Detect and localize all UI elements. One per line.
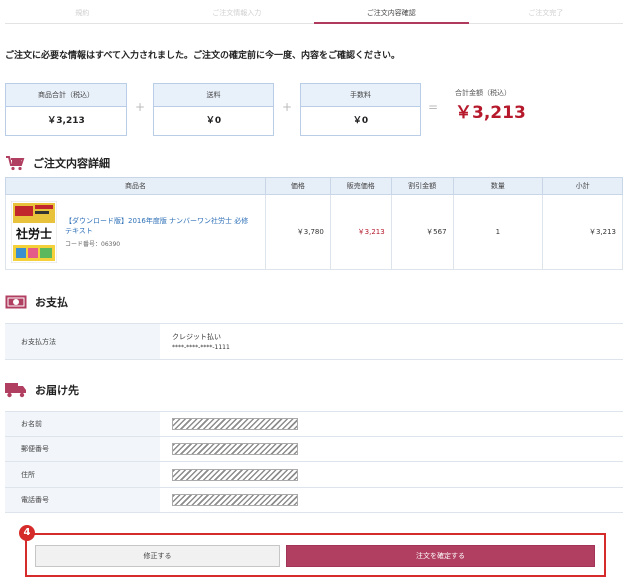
payment-method-label: お支払方法 — [5, 323, 160, 360]
col-price: 価格 — [264, 177, 331, 195]
subtotal-label: 商品合計（税込） — [6, 84, 126, 107]
grand-total-value: ￥3,213 — [455, 103, 526, 123]
order-details-heading: ご注文内容詳細 — [5, 155, 110, 171]
fee-label: 手数料 — [301, 84, 420, 107]
shipping-value: ￥0 — [205, 116, 222, 126]
step-confirm: ご注文内容確認 — [314, 6, 469, 24]
edit-button[interactable]: 修正する — [35, 545, 280, 567]
cart-icon — [5, 155, 25, 171]
price-cell: ￥3,780 — [264, 194, 331, 270]
address-label: 住所 — [5, 461, 160, 488]
table-row: 社労士 【ダウンロード版】2016年度版 ナンバーワン社労士 必修テキスト コー… — [5, 194, 623, 270]
postal-code-label: 郵便番号 — [5, 436, 160, 462]
subtotal-box: 商品合計（税込） ￥3,213 — [5, 83, 127, 136]
payment-table: お支払方法 クレジット払い ****-****-****-1111 — [5, 323, 623, 360]
redacted-name — [172, 418, 298, 430]
card-number: ****-****-****-1111 — [172, 344, 230, 351]
table-row: 郵便番号 — [5, 436, 623, 462]
redacted-address — [172, 468, 298, 481]
fee-box: 手数料 ￥0 — [300, 83, 421, 136]
step-terms: 規約 — [5, 6, 160, 24]
step-badge: 4 — [19, 525, 35, 541]
step-input: ご注文情報入力 — [159, 6, 314, 24]
col-product: 商品名 — [5, 177, 266, 195]
redacted-phone — [172, 494, 298, 506]
redacted-postal-code — [172, 443, 298, 455]
book-cover-title: 社労士 — [15, 227, 52, 241]
shipping-label: 送料 — [154, 84, 273, 107]
table-row: 住所 — [5, 461, 623, 488]
order-table: 商品名 価格 販売価格 割引金額 数量 小計 社労士 【ダウンロード版】2016… — [5, 177, 623, 270]
table-row: 電話番号 — [5, 487, 623, 513]
plus-sign: + — [135, 100, 146, 114]
delivery-table: お名前 郵便番号 住所 電話番号 — [5, 411, 623, 513]
shipping-box: 送料 ￥0 — [153, 83, 274, 136]
col-sale-price: 販売価格 — [329, 177, 392, 195]
progress-steps: 規約 ご注文情報入力 ご注文内容確認 ご注文完了 — [5, 6, 623, 24]
grand-total-label: 合計金額（税込） — [455, 89, 511, 97]
book-cover-image: 社労士 — [10, 200, 58, 264]
plus-sign: + — [282, 100, 293, 114]
discount-cell: ￥567 — [390, 194, 454, 270]
payment-title: お支払 — [35, 296, 68, 309]
product-name-link[interactable]: 【ダウンロード版】2016年度版 ナンバーワン社労士 必修テキスト — [65, 216, 255, 236]
confirm-order-button[interactable]: 注文を確定する — [286, 545, 595, 567]
qty-cell: 1 — [452, 194, 544, 270]
subtotal-value: ￥3,213 — [47, 116, 85, 126]
delivery-heading: お届け先 — [5, 382, 79, 398]
table-row: お名前 — [5, 411, 623, 437]
truck-icon — [5, 382, 27, 398]
money-icon — [5, 295, 27, 309]
payment-heading: お支払 — [5, 294, 68, 310]
delivery-title: お届け先 — [35, 384, 79, 397]
table-row: お支払方法 クレジット払い ****-****-****-1111 — [5, 323, 623, 360]
product-code: コード番号：06390 — [65, 241, 121, 248]
order-details-title: ご注文内容詳細 — [33, 157, 110, 170]
subtotal-cell: ￥3,213 — [542, 194, 623, 270]
equals-sign: = — [428, 100, 439, 114]
intro-message: ご注文に必要な情報はすべて入力されました。ご注文の確定前に今一度、内容をご確認く… — [5, 51, 401, 61]
sale-price-cell: ￥3,213 — [329, 194, 392, 270]
payment-method-value: クレジット払い — [172, 333, 221, 341]
step-complete: ご注文完了 — [468, 6, 623, 24]
phone-label: 電話番号 — [5, 487, 160, 513]
name-label: お名前 — [5, 411, 160, 437]
col-discount: 割引金額 — [390, 177, 454, 195]
col-subtotal: 小計 — [542, 177, 623, 195]
fee-value: ￥0 — [352, 116, 369, 126]
col-qty: 数量 — [452, 177, 544, 195]
